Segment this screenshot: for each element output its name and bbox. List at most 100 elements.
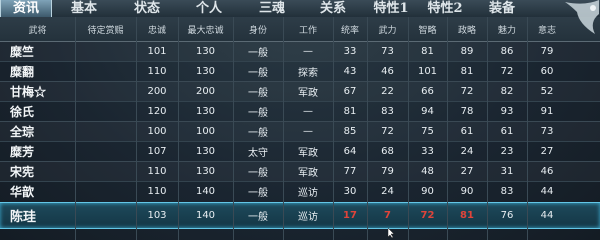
tab-personal[interactable]: 个人 — [180, 0, 238, 17]
cell-intelligence: 72 — [420, 210, 435, 221]
cell-leadership: 67 — [343, 85, 357, 97]
cell-task: 巡访 — [298, 212, 318, 223]
table-row[interactable]: 全琮 100 100 一般 — 85 72 75 61 61 73 — [0, 121, 600, 142]
column-header-task[interactable]: 工作 — [283, 17, 333, 41]
cell-task: — — [303, 125, 313, 137]
cell-war: 46 — [381, 65, 394, 77]
cell-pending-reward — [75, 41, 136, 61]
tab-equipment[interactable]: 装备 — [475, 0, 529, 17]
cell-status: 一般 — [248, 67, 268, 79]
cell-pending-reward — [75, 141, 136, 161]
cell-officer: 陈珪 — [10, 210, 37, 225]
cell-task: 军政 — [298, 167, 318, 179]
tab-traits-1[interactable]: 特性1 — [365, 0, 417, 17]
table-header: 武将 待定赏赐 忠诚 最大忠诚 身份 工作 统率 武力 智略 政略 魅力 意志 — [0, 17, 600, 42]
cell-will: 44 — [540, 210, 554, 221]
column-divider — [367, 17, 368, 240]
cell-pending-reward — [75, 181, 136, 202]
column-divider — [233, 17, 234, 240]
cell-task: — — [303, 45, 313, 57]
cell-max-loyalty: 130 — [195, 105, 216, 117]
cell-war: 24 — [381, 186, 394, 197]
table-row[interactable]: 糜芳 107 130 太守 军政 64 68 33 24 23 27 — [0, 141, 600, 162]
column-divider — [487, 17, 488, 240]
cell-will: 79 — [540, 45, 554, 57]
cell-pending-reward — [75, 161, 136, 181]
column-header-charisma[interactable]: 魅力 — [487, 17, 527, 41]
cell-loyalty: 110 — [147, 65, 167, 77]
cell-politics: 90 — [460, 186, 474, 197]
cell-task: 巡访 — [298, 188, 318, 199]
cell-max-loyalty: 130 — [195, 165, 216, 177]
table-row[interactable]: 糜翻 110 130 一般 探索 43 46 101 81 72 60 — [0, 61, 600, 82]
cell-status: 一般 — [248, 47, 268, 59]
cell-max-loyalty: 130 — [195, 45, 216, 57]
column-divider — [136, 17, 137, 240]
cell-pending-reward — [75, 203, 136, 228]
cell-charisma: 82 — [500, 85, 514, 97]
column-header-pending-reward[interactable]: 待定赏赐 — [75, 17, 136, 41]
cell-leadership: 43 — [343, 65, 357, 77]
column-header-officer[interactable]: 武将 — [0, 17, 75, 41]
tab-traits-2[interactable]: 特性2 — [418, 0, 472, 17]
cell-loyalty: 110 — [147, 186, 167, 197]
cell-task: 探索 — [298, 67, 318, 79]
column-divider — [178, 17, 179, 240]
column-header-status[interactable]: 身份 — [233, 17, 283, 41]
cell-officer: 宋宪 — [10, 164, 35, 179]
cell-charisma: 31 — [500, 165, 514, 177]
cell-officer: 糜芳 — [10, 144, 35, 159]
column-header-max-loyalty[interactable]: 最大忠诚 — [178, 17, 233, 41]
cell-loyalty: 100 — [147, 125, 167, 137]
column-header-loyalty[interactable]: 忠诚 — [136, 17, 178, 41]
column-header-politics[interactable]: 政略 — [447, 17, 487, 41]
table-row[interactable]: 华歆 110 140 一般 巡访 30 24 90 90 83 44 — [0, 181, 600, 203]
cell-war: 73 — [381, 45, 394, 57]
tab-three-souls[interactable]: 三魂 — [244, 0, 300, 17]
cell-status: 一般 — [248, 212, 268, 223]
cell-loyalty: 120 — [147, 105, 167, 117]
cell-max-loyalty: 200 — [195, 85, 216, 97]
column-header-war[interactable]: 武力 — [367, 17, 408, 41]
cell-will: 44 — [540, 186, 554, 197]
column-divider — [408, 17, 409, 240]
cell-intelligence: 94 — [421, 105, 434, 117]
tab-basic[interactable]: 基本 — [56, 0, 112, 17]
column-divider — [447, 17, 448, 240]
cell-leadership: 30 — [343, 186, 357, 197]
cell-war: 72 — [381, 125, 394, 137]
cell-charisma: 76 — [500, 210, 514, 221]
tab-relations[interactable]: 关系 — [306, 0, 360, 17]
tab-status[interactable]: 状态 — [118, 0, 176, 17]
cell-leadership: 77 — [343, 165, 357, 177]
table-row-selected[interactable]: 陈珪 103 140 一般 巡访 17 7 72 81 76 44 — [0, 202, 600, 229]
cell-loyalty: 101 — [147, 45, 167, 57]
cell-war: 22 — [381, 85, 394, 97]
cell-status: 一般 — [248, 188, 268, 199]
cell-politics: 81 — [460, 210, 474, 221]
cell-max-loyalty: 140 — [195, 186, 216, 197]
column-header-leadership[interactable]: 统率 — [333, 17, 367, 41]
cell-leadership: 64 — [343, 145, 357, 157]
table-row[interactable]: 徐氏 120 130 一般 — 81 83 94 78 93 91 — [0, 101, 600, 122]
cell-task: 军政 — [298, 87, 318, 99]
mouse-cursor-icon — [388, 228, 395, 238]
cell-status: 太守 — [248, 147, 268, 159]
tab-bar: 资讯 基本 状态 个人 三魂 关系 特性1 特性2 装备 — [0, 0, 600, 18]
cell-will: 60 — [540, 65, 554, 77]
cell-task: — — [303, 105, 313, 117]
cell-charisma: 86 — [500, 45, 514, 57]
cell-pending-reward — [75, 101, 136, 121]
table-row[interactable]: 甘梅☆ 200 200 一般 军政 67 22 66 72 82 52 — [0, 81, 600, 102]
tab-info[interactable]: 资讯 — [0, 0, 52, 18]
table-row[interactable]: 糜竺 101 130 一般 — 33 73 81 89 86 79 — [0, 41, 600, 62]
cell-politics: 27 — [460, 165, 474, 177]
cell-charisma: 23 — [500, 145, 514, 157]
cell-charisma: 83 — [500, 186, 514, 197]
table-row[interactable]: 宋宪 110 130 一般 军政 77 79 48 27 31 46 — [0, 161, 600, 182]
cell-politics: 72 — [460, 85, 474, 97]
cell-max-loyalty: 140 — [195, 210, 216, 221]
cell-pending-reward — [75, 61, 136, 81]
column-divider — [527, 17, 528, 240]
column-header-intelligence[interactable]: 智略 — [408, 17, 447, 41]
